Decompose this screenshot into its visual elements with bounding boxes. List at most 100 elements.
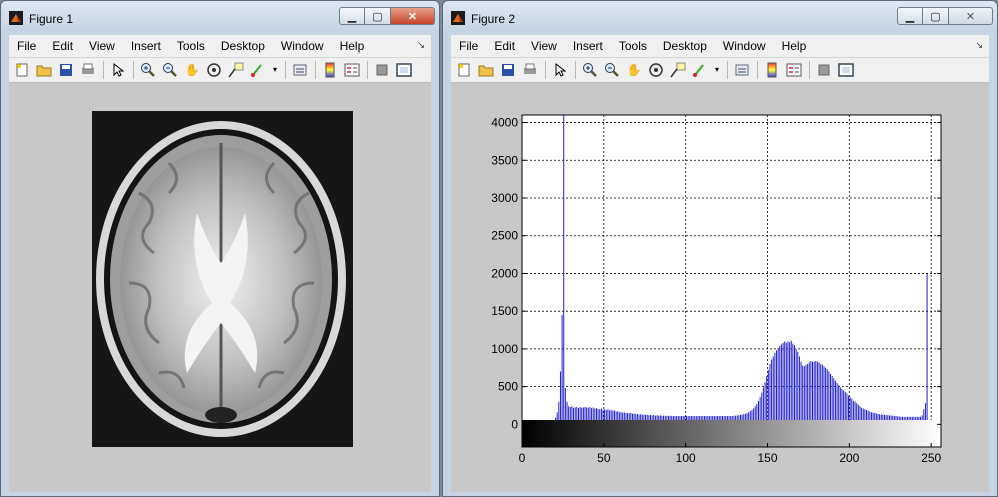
x-tick-label: 0 — [519, 451, 526, 465]
minimize-button[interactable]: ▁ — [897, 7, 923, 25]
menu-view[interactable]: View — [81, 39, 123, 53]
menu-desktop[interactable]: Desktop — [213, 39, 273, 53]
link-icon[interactable] — [291, 61, 309, 79]
brush-icon[interactable] — [691, 61, 709, 79]
toolbar-separator — [103, 61, 104, 79]
zoom-in-icon[interactable] — [139, 61, 157, 79]
data-cursor-icon[interactable] — [227, 61, 245, 79]
legend-icon[interactable] — [785, 61, 803, 79]
figure-1-canvas — [9, 83, 431, 492]
histogram-chart: 0 500 1000 1500 2000 2500 3000 3500 4000 0 50 100 1… — [491, 114, 942, 465]
brush-icon[interactable] — [249, 61, 267, 79]
colorbar-icon[interactable] — [763, 61, 781, 79]
chevron-down-icon[interactable]: ▾ — [713, 61, 721, 79]
y-tick-label: 3000 — [491, 191, 518, 205]
toolbar-separator — [285, 61, 286, 79]
new-file-icon[interactable] — [13, 61, 31, 79]
menu-window[interactable]: Window — [273, 39, 332, 53]
toolbar-separator — [575, 61, 576, 79]
minimize-icon: ▁ — [347, 10, 357, 23]
x-tick-label: 200 — [839, 451, 859, 465]
toolbar-separator — [315, 61, 316, 79]
menu-edit[interactable]: Edit — [486, 39, 523, 53]
y-tick-label: 1000 — [491, 342, 518, 356]
minimize-icon: ▁ — [905, 10, 915, 23]
pan-hand-icon[interactable]: ✋ — [183, 61, 201, 79]
show-plot-tools-icon[interactable] — [837, 61, 855, 79]
menu-edit[interactable]: Edit — [44, 39, 81, 53]
menu-desktop[interactable]: Desktop — [655, 39, 715, 53]
link-icon[interactable] — [733, 61, 751, 79]
menu-window[interactable]: Window — [715, 39, 774, 53]
open-folder-icon[interactable] — [477, 61, 495, 79]
maximize-icon: ▢ — [930, 10, 941, 23]
menu-bar: File Edit View Insert Tools Desktop Wind… — [9, 35, 431, 58]
toolbar-separator — [757, 61, 758, 79]
maximize-icon: ▢ — [372, 10, 383, 23]
pan-hand-icon[interactable]: ✋ — [625, 61, 643, 79]
y-tick-label: 500 — [498, 380, 518, 394]
legend-icon[interactable] — [343, 61, 361, 79]
menu-file[interactable]: File — [9, 39, 44, 53]
zoom-out-icon[interactable] — [161, 61, 179, 79]
menu-tools[interactable]: Tools — [611, 39, 655, 53]
y-tick-label: 4000 — [491, 116, 518, 130]
menu-dock-arrow-icon[interactable]: ↘ — [975, 40, 983, 51]
y-tick-label: 2000 — [491, 266, 518, 280]
menu-dock-arrow-icon[interactable]: ↘ — [417, 40, 425, 51]
y-tick-label: 3500 — [491, 153, 518, 167]
toolbar-separator — [133, 61, 134, 79]
zoom-in-icon[interactable] — [581, 61, 599, 79]
y-tick-label: 0 — [511, 417, 518, 431]
figure-1-window[interactable]: Figure 1 ▁ ▢ ✕ File Edit View Insert Too… — [0, 0, 440, 497]
figure-1-titlebar[interactable]: Figure 1 ▁ ▢ ✕ — [1, 1, 439, 33]
close-button[interactable]: ✕ — [391, 7, 435, 25]
matlab-icon — [451, 11, 465, 25]
close-button[interactable]: ✕ — [949, 7, 993, 25]
window-title: Figure 2 — [471, 12, 516, 26]
print-icon[interactable] — [521, 61, 539, 79]
menu-help[interactable]: Help — [774, 39, 815, 53]
menu-tools[interactable]: Tools — [169, 39, 213, 53]
hide-plot-tools-icon[interactable] — [373, 61, 391, 79]
menu-insert[interactable]: Insert — [123, 39, 169, 53]
y-tick-label: 1500 — [491, 304, 518, 318]
open-folder-icon[interactable] — [35, 61, 53, 79]
zoom-out-icon[interactable] — [603, 61, 621, 79]
toolbar-separator — [367, 61, 368, 79]
maximize-button[interactable]: ▢ — [365, 7, 391, 25]
save-icon[interactable] — [57, 61, 75, 79]
print-icon[interactable] — [79, 61, 97, 79]
minimize-button[interactable]: ▁ — [339, 7, 365, 25]
toolbar-separator — [809, 61, 810, 79]
menu-help[interactable]: Help — [332, 39, 373, 53]
figure-2-window[interactable]: Figure 2 ▁ ▢ ✕ File Edit View Insert Too… — [442, 0, 998, 497]
figure-2-canvas: 0 500 1000 1500 2000 2500 3000 3500 4000 0 50 100 1… — [451, 83, 989, 492]
pointer-icon[interactable] — [551, 61, 569, 79]
brain-mri-image — [92, 111, 353, 447]
menu-view[interactable]: View — [523, 39, 565, 53]
close-icon: ✕ — [407, 10, 418, 23]
new-file-icon[interactable] — [455, 61, 473, 79]
toolbar-separator — [545, 61, 546, 79]
save-icon[interactable] — [499, 61, 517, 79]
hide-plot-tools-icon[interactable] — [815, 61, 833, 79]
maximize-button[interactable]: ▢ — [923, 7, 949, 25]
figure-toolbar: ✋ ▾ — [451, 58, 989, 83]
figure-2-titlebar[interactable]: Figure 2 ▁ ▢ ✕ — [443, 1, 997, 33]
rotate-3d-icon[interactable] — [647, 61, 665, 79]
rotate-3d-icon[interactable] — [205, 61, 223, 79]
pointer-icon[interactable] — [109, 61, 127, 79]
chevron-down-icon[interactable]: ▾ — [271, 61, 279, 79]
x-tick-label: 50 — [597, 451, 611, 465]
grayscale-colorbar — [522, 420, 941, 447]
show-plot-tools-icon[interactable] — [395, 61, 413, 79]
menu-insert[interactable]: Insert — [565, 39, 611, 53]
colorbar-icon[interactable] — [321, 61, 339, 79]
matlab-icon — [9, 11, 23, 25]
data-cursor-icon[interactable] — [669, 61, 687, 79]
menu-file[interactable]: File — [451, 39, 486, 53]
x-tick-label: 150 — [757, 451, 777, 465]
x-tick-label: 100 — [676, 451, 696, 465]
plot-area — [522, 115, 941, 447]
